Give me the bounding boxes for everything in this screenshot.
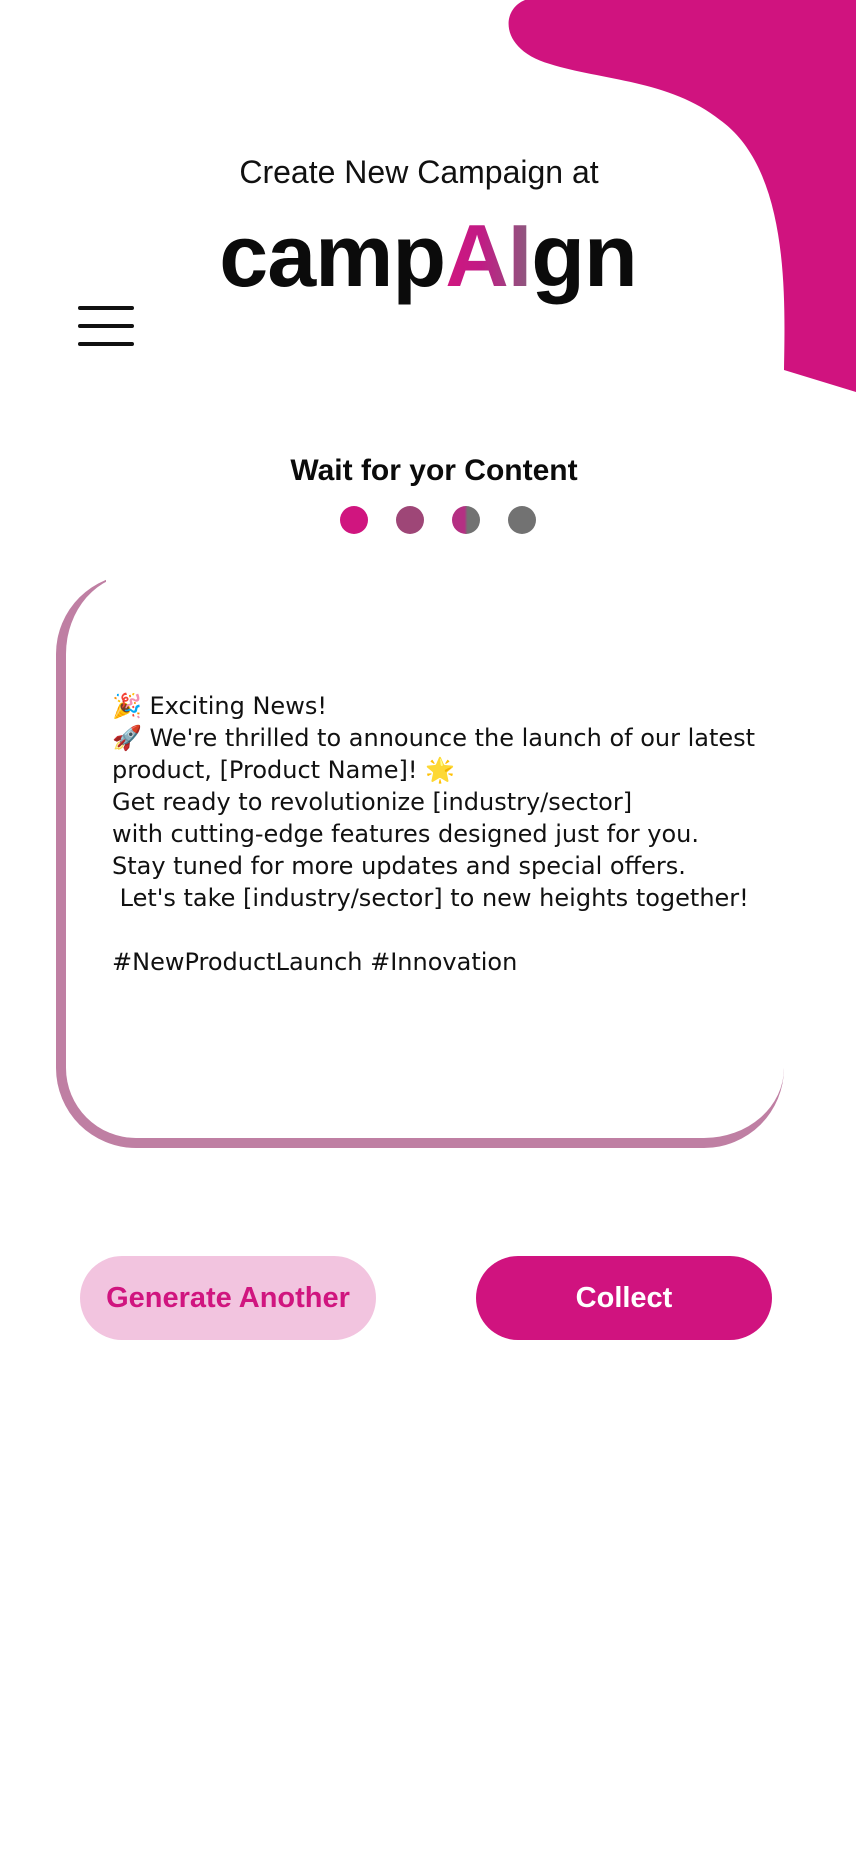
progress-dot-3 xyxy=(452,506,480,534)
status-title: Wait for yor Content xyxy=(290,454,578,487)
card-top-mask xyxy=(106,572,806,592)
generated-post-text: 🎉 Exciting News! 🚀 We're thrilled to ann… xyxy=(112,692,756,976)
logo-text-camp: camp xyxy=(219,206,446,305)
progress-dot-1 xyxy=(340,506,368,534)
generate-another-button[interactable]: Generate Another xyxy=(80,1256,376,1340)
progress-dot-4 xyxy=(508,506,536,534)
campaign-page: Create New Campaign at campAIgn Wait for… xyxy=(0,0,856,1852)
app-logo: campAIgn xyxy=(0,212,856,300)
menu-line xyxy=(78,306,134,310)
page-subtitle: Create New Campaign at xyxy=(239,154,599,190)
logo-text-gn: gn xyxy=(531,206,638,305)
collect-button[interactable]: Collect xyxy=(476,1256,772,1340)
progress-dots xyxy=(340,506,536,534)
menu-line xyxy=(78,324,134,328)
logo-text-ai: AI xyxy=(445,206,532,305)
menu-line xyxy=(78,342,134,346)
progress-dot-2 xyxy=(396,506,424,534)
hamburger-menu-icon[interactable] xyxy=(78,302,134,350)
